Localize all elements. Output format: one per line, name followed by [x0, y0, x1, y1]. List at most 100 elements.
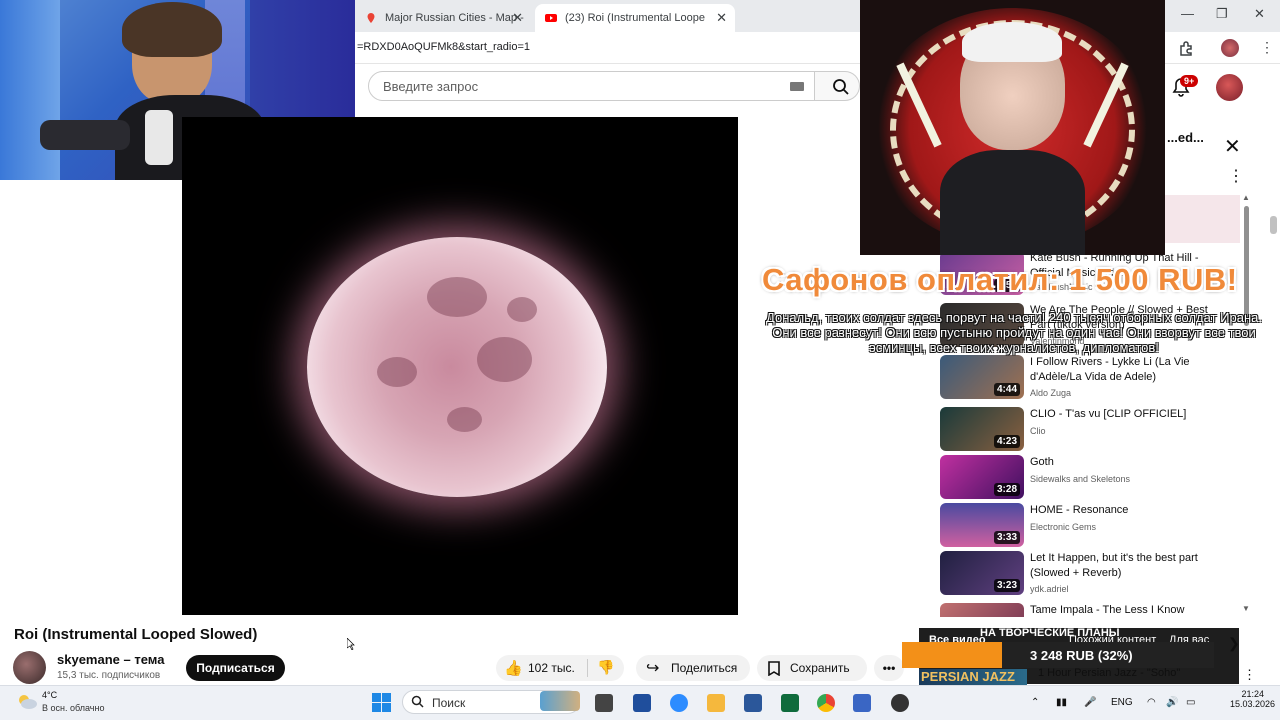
- save-label: Сохранить: [790, 661, 850, 675]
- share-button[interactable]: ↪ Поделиться: [636, 655, 750, 681]
- donation-portrait: [860, 0, 1165, 255]
- account-avatar[interactable]: [1216, 74, 1243, 101]
- search-icon: [833, 79, 849, 95]
- tab-maps[interactable]: Major Russian Cities - Map - Ge ✕: [355, 4, 531, 32]
- rec-title: Tame Impala - The Less I Know: [1030, 604, 1185, 616]
- channel-name[interactable]: skyemane – тема: [57, 652, 164, 667]
- app-icon[interactable]: [781, 694, 799, 712]
- donation-message: Дональд, твоих солдат здесь порвут на ча…: [766, 310, 1262, 355]
- task-view-icon[interactable]: [595, 694, 613, 712]
- obs-icon[interactable]: [891, 694, 909, 712]
- list-item[interactable]: 4:23 CLIO - T'as vu [CLIP OFFICIEL] Clio: [940, 407, 1240, 451]
- keyboard-icon[interactable]: [790, 82, 804, 91]
- duration-badge: 3:33: [993, 531, 1020, 544]
- like-dislike-group: 👍 102 тыс. 👎: [496, 655, 624, 681]
- tab-label: (23) Roi (Instrumental Looped S: [565, 12, 705, 24]
- scroll-up-icon[interactable]: ▲: [1242, 193, 1250, 202]
- menu-icon[interactable]: ⋮: [1258, 39, 1276, 57]
- save-button[interactable]: Сохранить: [757, 655, 867, 681]
- rec-channel: Aldo Zuga: [1030, 388, 1072, 398]
- bottom-rec-title[interactable]: 1 Hour Persian Jazz - "Soho": [1038, 667, 1180, 679]
- scroll-down-icon[interactable]: ▼: [1242, 604, 1250, 613]
- volume-icon[interactable]: 🔊: [1166, 697, 1178, 708]
- mail-app-icon[interactable]: [633, 694, 651, 712]
- bottom-rec-menu-icon[interactable]: ⋮: [1243, 667, 1256, 683]
- url-text[interactable]: =RDXD0AoQUFMk8&start_radio=1: [357, 41, 530, 53]
- time: 21:24: [1241, 689, 1264, 699]
- goal-amount: 3 248 RUB (32%): [1030, 648, 1133, 663]
- playlist-menu-icon[interactable]: ⋮: [1228, 166, 1244, 186]
- playlist-scrollbar[interactable]: [1241, 196, 1251, 614]
- duration-badge: 3:28: [993, 483, 1020, 496]
- search-input[interactable]: Введите запрос: [368, 71, 815, 101]
- zoom-icon[interactable]: [670, 694, 688, 712]
- rec-title: HOME - Resonance: [1030, 504, 1129, 516]
- notification-badge: 9+: [1180, 75, 1199, 87]
- close-icon[interactable]: ✕: [1224, 134, 1241, 159]
- list-item[interactable]: 3:28 Goth Sidewalks and Skeletons: [940, 455, 1240, 499]
- close-window-icon[interactable]: ✕: [1254, 6, 1265, 22]
- channel-avatar[interactable]: [13, 651, 46, 684]
- like-count[interactable]: 102 тыс.: [528, 661, 575, 675]
- playlist-title: ...ed...: [1167, 130, 1204, 145]
- search-icon: [411, 695, 424, 708]
- maximize-icon[interactable]: ❐: [1216, 6, 1228, 22]
- tab-label: Major Russian Cities - Map - Ge: [385, 12, 525, 24]
- word-icon[interactable]: [744, 694, 762, 712]
- subscriber-count: 15,3 тыс. подписчиков: [57, 670, 161, 681]
- chips-next-icon[interactable]: ❯: [1228, 635, 1240, 652]
- rec-title: Let It Happen, but it's the best part (S…: [1030, 552, 1198, 579]
- duration-badge: 3:23: [993, 579, 1020, 592]
- tray-chevron-icon[interactable]: ⌃: [1031, 697, 1039, 708]
- rec-title: Goth: [1030, 456, 1054, 468]
- subscribe-button[interactable]: Подписаться: [186, 655, 285, 681]
- cloud-icon[interactable]: [16, 692, 38, 710]
- weather-temp: 4°C: [42, 690, 58, 700]
- screen: Major Russian Cities - Map - Ge ✕ (23) R…: [0, 0, 1280, 720]
- youtube-icon: [545, 14, 557, 22]
- profile-avatar[interactable]: [1221, 39, 1239, 57]
- wifi-icon[interactable]: ◠: [1147, 697, 1156, 708]
- persian-jazz-thumbnail[interactable]: PERSIAN JAZZ: [919, 669, 1027, 685]
- language-indicator[interactable]: ENG: [1111, 697, 1133, 708]
- search-button[interactable]: [815, 71, 860, 101]
- charts-app-icon[interactable]: [853, 694, 871, 712]
- mouse-cursor-icon: [347, 638, 355, 650]
- close-tab-icon[interactable]: ✕: [512, 10, 523, 26]
- chrome-icon[interactable]: [817, 694, 835, 712]
- list-item[interactable]: 3:23 Let It Happen, but it's the best pa…: [940, 551, 1240, 595]
- video-thumbnail: 3:28: [940, 455, 1024, 499]
- video-title: Roi (Instrumental Looped Slowed): [14, 626, 258, 643]
- tray-app-icon[interactable]: ▮▮: [1056, 697, 1067, 708]
- clock[interactable]: 21:24 15.03.2026: [1230, 689, 1275, 709]
- more-actions-icon[interactable]: •••: [874, 655, 904, 681]
- like-icon[interactable]: 👍: [504, 659, 523, 677]
- page-scrollbar[interactable]: [1270, 216, 1277, 234]
- dislike-icon[interactable]: 👎: [597, 659, 614, 676]
- moon-image: [307, 237, 607, 497]
- video-thumbnail: 4:44: [940, 355, 1024, 399]
- rec-channel: Electronic Gems: [1030, 522, 1097, 532]
- rec-channel: Clio: [1030, 426, 1046, 436]
- file-explorer-icon[interactable]: [707, 694, 725, 712]
- video-player[interactable]: [182, 117, 738, 615]
- thumbnail-text: PERSIAN JAZZ: [921, 669, 1015, 684]
- tab-youtube[interactable]: (23) Roi (Instrumental Looped S ✕: [535, 4, 735, 32]
- list-item[interactable]: Tame Impala - The Less I Know: [940, 603, 1240, 617]
- video-thumbnail: 3:33: [940, 503, 1024, 547]
- battery-icon[interactable]: ▭: [1186, 697, 1195, 708]
- microphone-icon[interactable]: 🎤: [1084, 697, 1096, 708]
- list-item[interactable]: 4:44 I Follow Rivers - Lykke Li (La Vie …: [940, 355, 1240, 399]
- bookmark-icon: [768, 661, 780, 676]
- playlist-header-strip: [1164, 195, 1240, 243]
- windows-start-icon[interactable]: [372, 693, 391, 712]
- duration-badge: 4:23: [993, 435, 1020, 448]
- extensions-icon[interactable]: [1177, 39, 1195, 57]
- weather-desc: В осн. облачно: [42, 703, 105, 713]
- donation-title: Сафонов оплатил: 1 500 RUB!: [762, 262, 1238, 297]
- list-item[interactable]: 3:33 HOME - Resonance Electronic Gems: [940, 503, 1240, 547]
- close-tab-icon[interactable]: ✕: [716, 10, 727, 26]
- minimize-icon[interactable]: —: [1181, 6, 1194, 21]
- video-thumbnail: [940, 603, 1024, 617]
- taskbar-search-label: Поиск: [432, 696, 466, 710]
